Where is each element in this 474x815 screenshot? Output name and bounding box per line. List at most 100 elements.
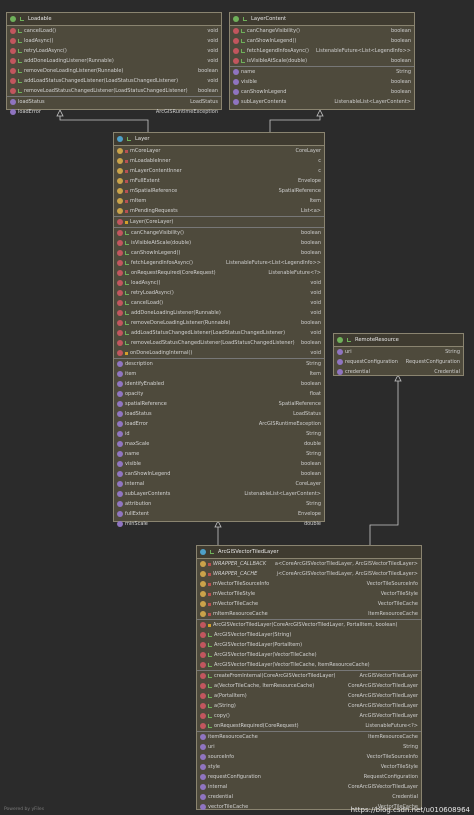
member-row[interactable]: isVisibleAtScale(double) boolean — [230, 56, 414, 66]
member-row[interactable]: visible boolean — [230, 77, 414, 87]
member-row[interactable]: copy() ArcGISVectorTiledLayer — [197, 711, 421, 721]
member-row[interactable]: ArcGISVectorTiledLayer(String) — [197, 630, 421, 640]
member-row[interactable]: id String — [114, 429, 324, 439]
member-row[interactable]: requestConfiguration RequestConfiguration — [334, 357, 463, 367]
member-section: description String item Item identifyEnabled… — [114, 359, 324, 529]
member-row[interactable]: canShowInLegend() boolean — [230, 36, 414, 46]
loadable-interface-box[interactable]: Loadable cancelLoad() void loadAsync() void r… — [6, 12, 222, 115]
member-row[interactable]: cancelLoad() void — [7, 26, 221, 36]
member-name: canShowInLegend() — [247, 38, 297, 44]
member-row[interactable]: loadAsync() void — [114, 278, 324, 288]
member-row[interactable]: retryLoadAsync() void — [7, 46, 221, 56]
member-row[interactable]: mVectorTileSourceInfo VectorTileSourceInf… — [197, 579, 421, 589]
member-row[interactable]: sourceInfo VectorTileSourceInfo — [197, 752, 421, 762]
member-row[interactable]: ArcGISVectorTiledLayer(VectorTileCache) — [197, 650, 421, 660]
box-header[interactable]: Layer — [114, 133, 324, 146]
layercontent-interface-box[interactable]: LayerContent canChangeVisibility() boolean… — [229, 12, 415, 110]
member-row[interactable]: mLayerContentInner c — [114, 166, 324, 176]
member-row[interactable]: opacity float — [114, 389, 324, 399]
member-row[interactable]: isVisibleAtScale(double) boolean — [114, 238, 324, 248]
member-type: SpatialReference — [278, 401, 321, 407]
member-row[interactable]: mItem Item — [114, 196, 324, 206]
member-row[interactable]: loadError ArcGISRuntimeException — [7, 107, 221, 117]
remoteresource-interface-box[interactable]: RemoteResource uri String requestConfigurat… — [333, 333, 464, 376]
member-row[interactable]: loadError ArcGISRuntimeException — [114, 419, 324, 429]
member-row[interactable]: mLoadableInner c — [114, 156, 324, 166]
member-row[interactable]: ArcGISVectorTiledLayer(PortalItem) — [197, 640, 421, 650]
member-row[interactable]: minScale double — [114, 519, 324, 529]
member-row[interactable]: canChangeVisibility() boolean — [114, 228, 324, 238]
member-row[interactable]: loadStatus LoadStatus — [7, 97, 221, 107]
member-row[interactable]: visible boolean — [114, 459, 324, 469]
member-row[interactable]: ArcGISVectorTiledLayer(CoreArcGISVectorT… — [197, 620, 421, 630]
member-row[interactable]: canShowInLegend boolean — [230, 87, 414, 97]
member-row[interactable]: mCoreLayer CoreLayer — [114, 146, 324, 156]
member-row[interactable]: cancelLoad() void — [114, 298, 324, 308]
member-row[interactable]: addLoadStatusChangedListener(LoadStatusC… — [114, 328, 324, 338]
member-row[interactable]: itemResourceCache ItemResourceCache — [197, 732, 421, 742]
member-row[interactable]: loadStatus LoadStatus — [114, 409, 324, 419]
member-row[interactable]: canShowInLegend boolean — [114, 469, 324, 479]
member-row[interactable]: removeDoneLoadingListener(Runnable) boole… — [7, 66, 221, 76]
member-row[interactable]: a(PortalItem) CoreArcGISVectorTiledLayer — [197, 691, 421, 701]
member-row[interactable]: WRAPPER_CACHE j<CoreArcGISVectorTiledLaye… — [197, 569, 421, 579]
member-row[interactable]: a(VectorTileCache, ItemResourceCache) Cor… — [197, 681, 421, 691]
member-row[interactable]: onRequestRequired(CoreRequest) Listenable… — [197, 721, 421, 731]
member-row[interactable]: credential Credential — [197, 792, 421, 802]
member-row[interactable]: subLayerContents ListenableList<LayerCont… — [230, 97, 414, 107]
member-row[interactable]: retryLoadAsync() void — [114, 288, 324, 298]
member-row[interactable]: addDoneLoadingListener(Runnable) void — [7, 56, 221, 66]
member-row[interactable]: fetchLegendInfosAsync() ListenableFuture<… — [114, 258, 324, 268]
member-row[interactable]: removeDoneLoadingListener(Runnable) boole… — [114, 318, 324, 328]
box-header[interactable]: Loadable — [7, 13, 221, 26]
member-row[interactable]: attribution String — [114, 499, 324, 509]
arcgisvectortiledlayer-class-box[interactable]: ArcGISVectorTiledLayer WRAPPER_CALLBACK a<… — [196, 545, 422, 810]
member-row[interactable]: spatialReference SpatialReference — [114, 399, 324, 409]
member-row[interactable]: removeLoadStatusChangedListener(LoadStat… — [114, 338, 324, 348]
member-type: c — [318, 158, 321, 164]
member-row[interactable]: addLoadStatusChangedListener(LoadStatusC… — [7, 76, 221, 86]
member-row[interactable]: mSpatialReference SpatialReference — [114, 186, 324, 196]
member-row[interactable]: onDoneLoadingInternal() void — [114, 348, 324, 358]
member-row[interactable]: fetchLegendInfosAsync() ListenableFuture<… — [230, 46, 414, 56]
member-row[interactable]: canChangeVisibility() boolean — [230, 26, 414, 36]
member-row[interactable]: canShowInLegend() boolean — [114, 248, 324, 258]
member-row[interactable]: onRequestRequired(CoreRequest) Listenable… — [114, 268, 324, 278]
member-row[interactable]: ArcGISVectorTiledLayer(VectorTileCache, … — [197, 660, 421, 670]
box-header[interactable]: RemoteResource — [334, 334, 463, 347]
member-name: identifyEnabled — [125, 381, 164, 387]
member-row[interactable]: item Item — [114, 369, 324, 379]
member-row[interactable]: mVectorTileCache VectorTileCache — [197, 599, 421, 609]
member-row[interactable]: name String — [114, 449, 324, 459]
member-row[interactable]: description String — [114, 359, 324, 369]
member-row[interactable]: identifyEnabled boolean — [114, 379, 324, 389]
member-section: name String visible boolean canShowInLegend b… — [230, 67, 414, 107]
layer-class-box[interactable]: Layer mCoreLayer CoreLayer mLoadableInner c m… — [113, 132, 325, 527]
member-row[interactable]: mFullExtent Envelope — [114, 176, 324, 186]
member-row[interactable]: internal CoreArcGISVectorTiledLayer — [197, 782, 421, 792]
member-row[interactable]: addDoneLoadingListener(Runnable) void — [114, 308, 324, 318]
member-row[interactable]: name String — [230, 67, 414, 77]
member-row[interactable]: style VectorTileStyle — [197, 762, 421, 772]
member-row[interactable]: mVectorTileStyle VectorTileStyle — [197, 589, 421, 599]
member-row[interactable]: mPendingRequests List<a> — [114, 206, 324, 216]
box-header[interactable]: LayerContent — [230, 13, 414, 26]
member-row[interactable]: removeLoadStatusChangedListener(LoadStat… — [7, 86, 221, 96]
member-row[interactable]: fullExtent Envelope — [114, 509, 324, 519]
member-type: boolean — [301, 340, 321, 346]
member-row[interactable]: uri String — [197, 742, 421, 752]
member-row[interactable]: uri String — [334, 347, 463, 357]
member-row[interactable]: subLayerContents ListenableList<LayerCont… — [114, 489, 324, 499]
member-row[interactable]: internal CoreLayer — [114, 479, 324, 489]
member-row[interactable]: a(String) CoreArcGISVectorTiledLayer — [197, 701, 421, 711]
member-row[interactable]: requestConfiguration RequestConfiguration — [197, 772, 421, 782]
member-row[interactable]: loadAsync() void — [7, 36, 221, 46]
member-name: mVectorTileSourceInfo — [213, 581, 270, 587]
member-row[interactable]: credential Credential — [334, 367, 463, 377]
member-row[interactable]: WRAPPER_CALLBACK a<CoreArcGISVectorTiledL… — [197, 559, 421, 569]
member-row[interactable]: maxScale double — [114, 439, 324, 449]
member-row[interactable]: createFromInternal(CoreArcGISVectorTiled… — [197, 671, 421, 681]
member-row[interactable]: Layer(CoreLayer) — [114, 217, 324, 227]
member-row[interactable]: mItemResourceCache ItemResourceCache — [197, 609, 421, 619]
box-header[interactable]: ArcGISVectorTiledLayer — [197, 546, 421, 559]
